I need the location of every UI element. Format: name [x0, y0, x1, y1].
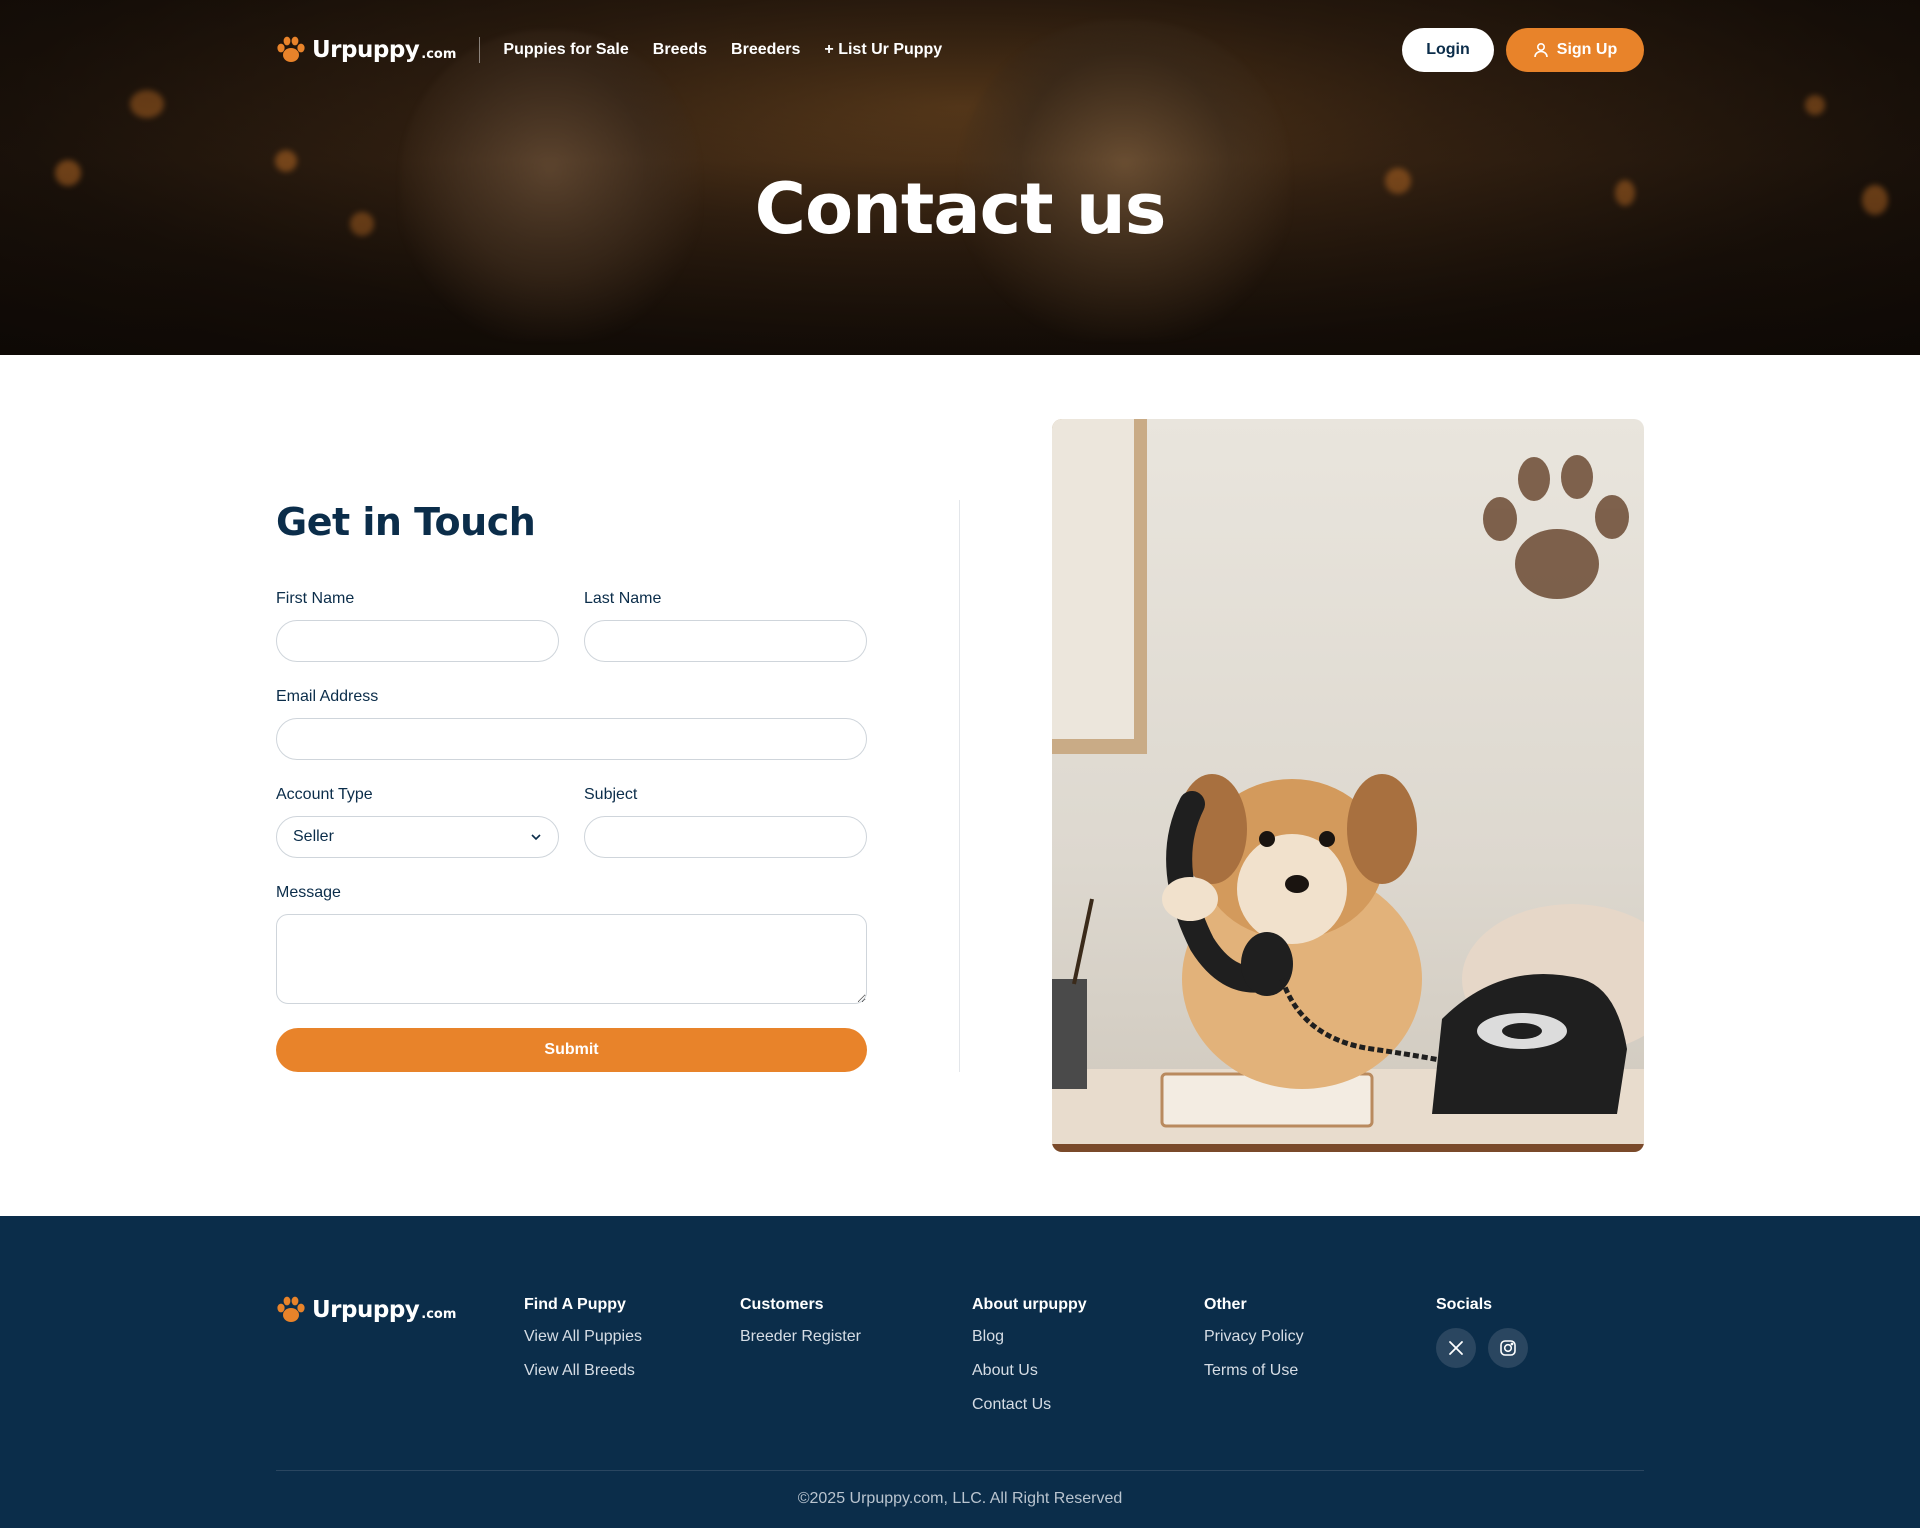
footer-heading: About urpuppy: [972, 1296, 1087, 1313]
paw-logo-icon: [277, 36, 305, 62]
account-type-group: Account Type Seller: [276, 786, 559, 858]
footer-heading: Customers: [740, 1296, 824, 1313]
x-icon[interactable]: [1436, 1328, 1476, 1368]
paw-print-icon: [1483, 455, 1629, 599]
contact-form: Get in Touch First Name Last Name Email …: [276, 500, 867, 1072]
footer-col-customers: Customers Breeder Register: [740, 1296, 861, 1362]
footer-link-contact-us[interactable]: Contact Us: [972, 1396, 1087, 1414]
signup-label: Sign Up: [1556, 41, 1618, 58]
nav-list-ur-puppy[interactable]: + List Ur Puppy: [824, 41, 942, 59]
footer-link-privacy-policy[interactable]: Privacy Policy: [1204, 1328, 1304, 1346]
puppy-illustration: [1052, 419, 1644, 1152]
footer-heading: Socials: [1436, 1296, 1493, 1313]
top-nav: Urpuppy .com Puppies for Sale Breeds Bre…: [276, 27, 1644, 73]
copyright-text: ©2025 Urpuppy.com, LLC. All Right Reserv…: [797, 1490, 1123, 1507]
email-input[interactable]: [276, 718, 867, 760]
social-links: [1436, 1328, 1528, 1368]
account-type-value: Seller: [293, 828, 334, 845]
footer-col-about: About urpuppy Blog About Us Contact Us: [972, 1296, 1087, 1430]
account-type-label: Account Type: [276, 786, 373, 803]
last-name-label: Last Name: [584, 590, 662, 607]
hero-banner: Urpuppy .com Puppies for Sale Breeds Bre…: [0, 0, 1920, 355]
footer-link-terms-of-use[interactable]: Terms of Use: [1204, 1362, 1304, 1380]
email-label: Email Address: [276, 688, 379, 705]
login-button[interactable]: Login: [1402, 28, 1494, 72]
nav-breeders[interactable]: Breeders: [731, 41, 800, 59]
footer-link-breeder-register[interactable]: Breeder Register: [740, 1328, 861, 1346]
email-group: Email Address: [276, 688, 867, 760]
logo-tld: .com: [421, 46, 457, 62]
footer-link-view-all-breeds[interactable]: View All Breeds: [524, 1362, 642, 1380]
section-divider: [959, 500, 960, 1072]
site-footer: Urpuppy .com Find A Puppy View All Puppi…: [0, 1216, 1920, 1528]
message-group: Message: [276, 884, 867, 1009]
logo-name: Urpuppy: [312, 1297, 420, 1323]
signup-button[interactable]: Sign Up: [1506, 28, 1644, 72]
footer-link-blog[interactable]: Blog: [972, 1328, 1087, 1346]
footer-col-socials: Socials: [1436, 1296, 1528, 1368]
message-textarea[interactable]: [276, 914, 867, 1004]
subject-label: Subject: [584, 786, 638, 803]
nav-breeds[interactable]: Breeds: [653, 41, 707, 59]
first-name-group: First Name: [276, 590, 559, 662]
account-type-select[interactable]: Seller: [276, 816, 559, 858]
logo-name: Urpuppy: [312, 37, 420, 63]
logo-tld: .com: [421, 1306, 457, 1322]
subject-group: Subject: [584, 786, 867, 858]
chevron-down-icon: [531, 834, 541, 841]
paw-logo-icon: [277, 1296, 305, 1322]
puppy-on-phone-image: [1052, 419, 1644, 1152]
footer-heading: Find A Puppy: [524, 1296, 626, 1313]
user-icon: [1533, 42, 1548, 58]
footer-heading: Other: [1204, 1296, 1247, 1313]
message-label: Message: [276, 884, 341, 901]
nav-separator: [479, 37, 481, 63]
first-name-input[interactable]: [276, 620, 559, 662]
last-name-group: Last Name: [584, 590, 867, 662]
last-name-input[interactable]: [584, 620, 867, 662]
footer-col-other: Other Privacy Policy Terms of Use: [1204, 1296, 1304, 1396]
footer-link-view-all-puppies[interactable]: View All Puppies: [524, 1328, 642, 1346]
footer-divider: [276, 1470, 1644, 1471]
auth-buttons: Login Sign Up: [1402, 28, 1644, 72]
submit-button[interactable]: Submit: [276, 1028, 867, 1072]
instagram-icon[interactable]: [1488, 1328, 1528, 1368]
nav-links: Puppies for Sale Breeds Breeders + List …: [503, 41, 942, 59]
site-logo[interactable]: Urpuppy .com: [276, 36, 456, 64]
page-title: Contact us: [754, 168, 1167, 250]
footer-link-about-us[interactable]: About Us: [972, 1362, 1087, 1380]
first-name-label: First Name: [276, 590, 355, 607]
footer-logo[interactable]: Urpuppy .com: [276, 1296, 456, 1324]
subject-input[interactable]: [584, 816, 867, 858]
footer-col-find-a-puppy: Find A Puppy View All Puppies View All B…: [524, 1296, 642, 1396]
form-heading: Get in Touch: [276, 500, 536, 544]
nav-puppies-for-sale[interactable]: Puppies for Sale: [503, 41, 628, 59]
